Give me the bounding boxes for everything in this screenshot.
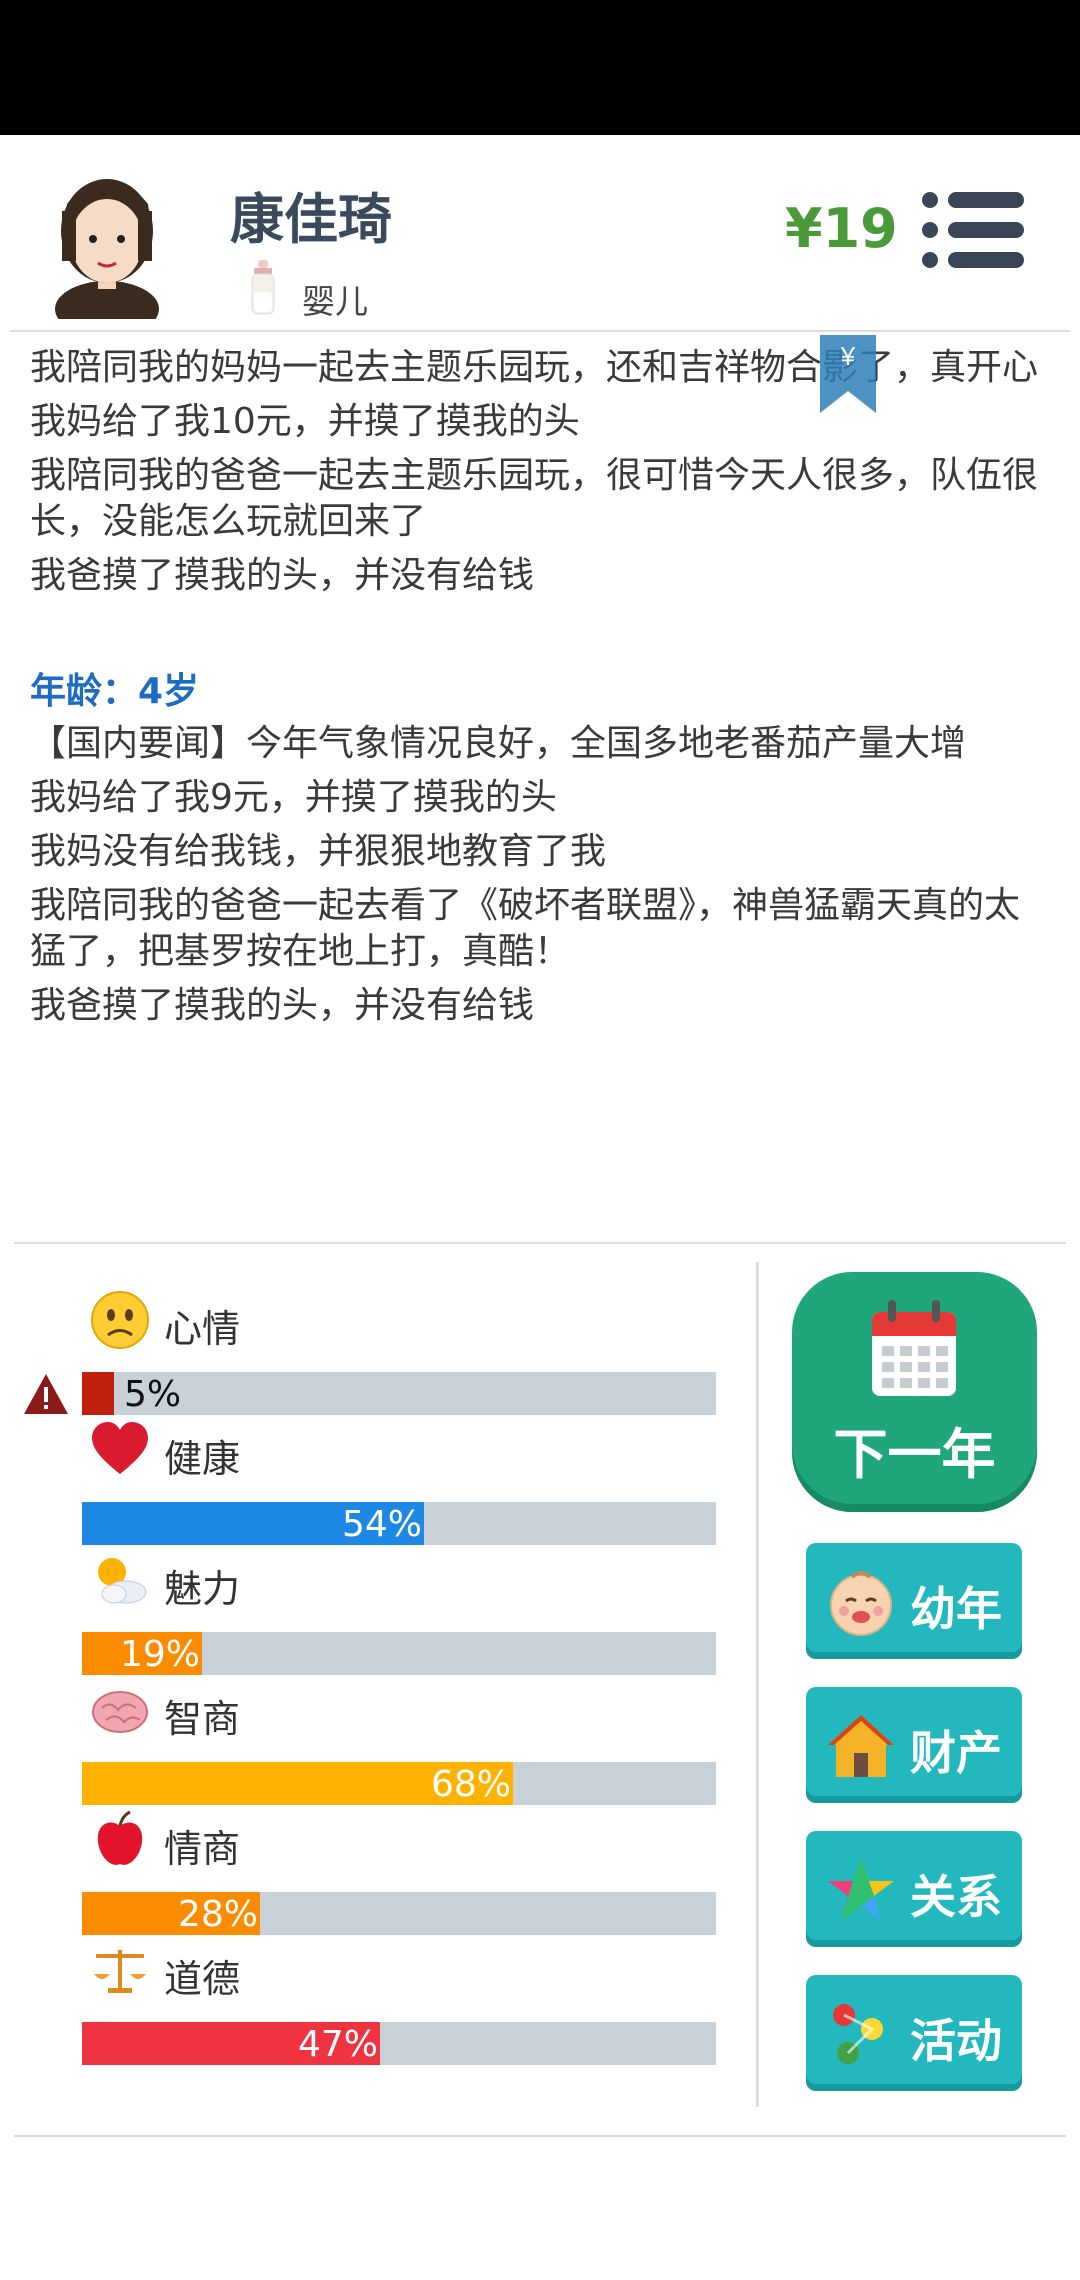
event-log: 我陪同我的妈妈一起去主题乐园玩，还和吉祥物合影了，真开心 我妈给了我10元，并摸…: [30, 345, 1050, 1037]
stat-value: 68%: [430, 1764, 511, 1805]
footer-divider: [14, 2135, 1066, 2137]
stat-bar: 5%: [82, 1372, 716, 1415]
activities-button[interactable]: 活动: [806, 1975, 1022, 2091]
log-entry: 我爸摸了摸我的头，并没有给钱: [30, 985, 535, 1026]
panel-divider: [756, 1262, 759, 2107]
log-entry: 我爸摸了摸我的头，并没有给钱: [30, 555, 535, 596]
sun-cloud-icon: [98, 1558, 147, 1604]
money-balance: ¥19: [785, 197, 898, 260]
stat-charm: 魅力 19%: [0, 1550, 760, 1675]
stat-morality: 道德 47%: [0, 1940, 760, 2065]
age-heading: 年龄：4岁: [30, 671, 200, 712]
star-icon: [828, 1858, 894, 1921]
bookmark-symbol: ¥: [840, 341, 856, 371]
sad-face-icon: [91, 1291, 149, 1349]
assets-label: 财产: [910, 1726, 1002, 1780]
stat-label: 智商: [164, 1697, 241, 1741]
relations-label: 关系: [910, 1870, 1002, 1924]
stat-label: 情商: [164, 1827, 241, 1871]
log-entry: 我陪同我的妈妈一起去主题乐园玩，还和吉祥物合影了，真开心: [30, 347, 1039, 388]
childhood-label: 幼年: [910, 1582, 1002, 1636]
stat-bar: 54%: [82, 1502, 716, 1545]
assets-button[interactable]: 财产: [806, 1687, 1022, 1803]
heart-icon: [92, 1422, 148, 1474]
log-entry: 我妈没有给我钱，并狠狠地教育了我: [30, 831, 607, 872]
stat-bar: 68%: [82, 1762, 716, 1805]
money-bookmark-icon[interactable]: ¥: [820, 335, 876, 413]
stat-eq: 情商 28%: [0, 1810, 760, 1935]
log-entry: 我陪同我的爸爸一起去看了《破坏者联盟》，神兽猛霸天真的太猛了，把基罗按在地上打，…: [30, 885, 1021, 972]
stat-bar-fill: [82, 1372, 114, 1415]
stat-iq: 智商 68%: [0, 1680, 760, 1805]
stat-health: 健康 54%: [0, 1420, 760, 1545]
log-entry: 我妈给了我9元，并摸了摸我的头: [30, 777, 557, 818]
next-year-button[interactable]: 下一年: [792, 1272, 1037, 1512]
stat-value: 28%: [177, 1894, 258, 1935]
stat-label: 心情: [164, 1307, 241, 1351]
next-year-label: 下一年: [833, 1423, 996, 1486]
profile-header: 康佳琦 婴儿 ¥19: [0, 135, 1080, 330]
stat-mood: 心情 5%: [0, 1290, 760, 1415]
stat-label: 魅力: [164, 1567, 241, 1611]
scales-icon: [94, 1950, 146, 1993]
log-entry: 我妈给了我10元，并摸了摸我的头: [30, 401, 580, 442]
life-stage: 婴儿: [302, 282, 368, 321]
log-entry: 我陪同我的爸爸一起去主题乐园玩，很可惜今天人很多，队伍很长，没能怎么玩就回来了: [30, 455, 1039, 542]
childhood-button[interactable]: 幼年: [806, 1543, 1022, 1659]
status-bar: [0, 0, 1080, 135]
activity-dots-icon: [833, 2004, 883, 2064]
stat-value: 54%: [341, 1504, 422, 1545]
stat-label: 道德: [164, 1957, 241, 2001]
house-icon: [828, 1715, 894, 1777]
menu-icon[interactable]: [920, 190, 1025, 270]
header-divider: [10, 330, 1070, 332]
brain-icon: [92, 1691, 148, 1733]
relations-button[interactable]: 关系: [806, 1831, 1022, 1947]
stat-value: 47%: [297, 2024, 378, 2065]
apple-icon: [97, 1810, 143, 1865]
baby-bottle-icon: [251, 260, 275, 315]
calendar-icon: [872, 1300, 956, 1396]
stat-value: 19%: [119, 1634, 200, 1675]
stat-value: 5%: [124, 1374, 182, 1415]
stat-label: 健康: [164, 1437, 241, 1481]
log-entry: 【国内要闻】今年气象情况良好，全国多地老番茄产量大增: [30, 723, 967, 764]
stat-bar: 19%: [82, 1632, 716, 1675]
baby-face-icon: [830, 1571, 892, 1636]
avatar[interactable]: [40, 149, 175, 319]
stat-bar: 28%: [82, 1892, 716, 1935]
activities-label: 活动: [910, 2014, 1002, 2068]
section-divider: [14, 1242, 1066, 1244]
warning-icon: [24, 1374, 68, 1414]
player-name: 康佳琦: [230, 188, 392, 251]
stat-bar: 47%: [82, 2022, 716, 2065]
